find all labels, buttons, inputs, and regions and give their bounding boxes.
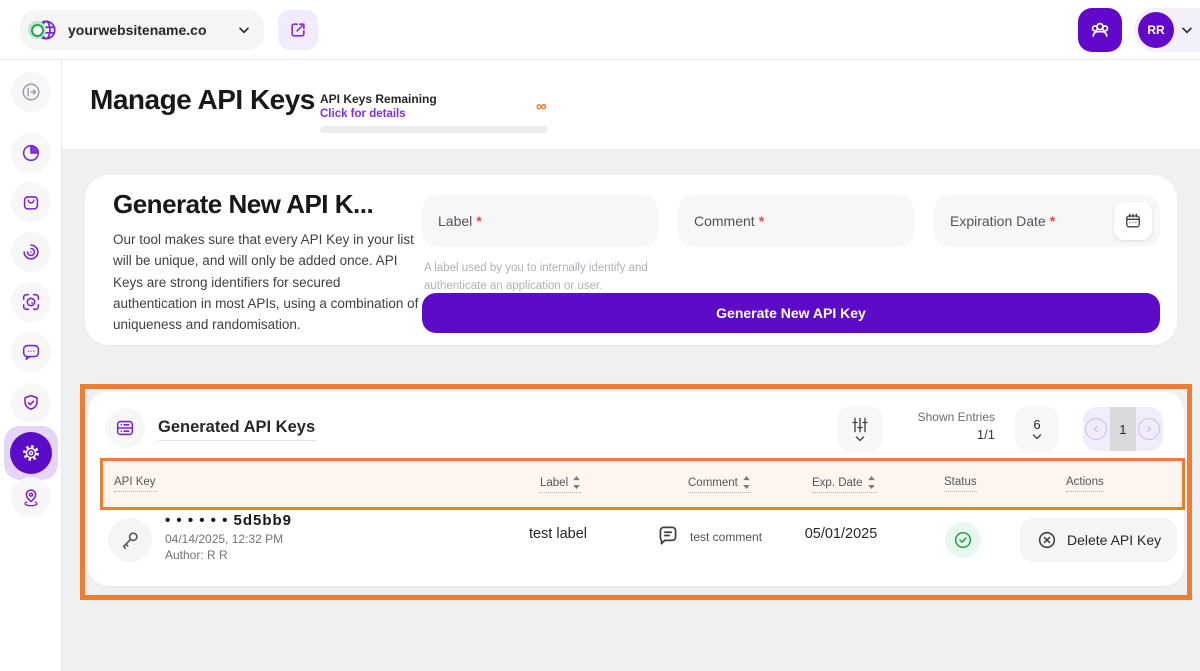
- api-key-created: 04/14/2025, 12:32 PM: [165, 532, 283, 546]
- generate-api-key-button[interactable]: Generate New API Key: [422, 293, 1160, 333]
- generate-card-description: Our tool makes sure that every API Key i…: [113, 229, 425, 336]
- page-title: Manage API Keys: [90, 84, 315, 116]
- status-dot-icon: [28, 21, 46, 39]
- pie-chart-icon: [20, 142, 42, 164]
- column-status: Status: [944, 476, 977, 492]
- sidebar-item-settings[interactable]: [4, 426, 58, 480]
- chat-icon: [20, 341, 42, 363]
- label-helper-text: A label used by you to internally identi…: [424, 259, 674, 296]
- label-field[interactable]: Label *: [422, 195, 658, 247]
- required-marker: *: [1050, 213, 1055, 229]
- next-page-button[interactable]: [1136, 407, 1163, 451]
- calendar-button[interactable]: [1114, 202, 1152, 240]
- shown-entries: Shown Entries 1/1: [903, 410, 995, 442]
- comment-bubble-icon: [655, 522, 681, 548]
- scan-target-icon: [20, 291, 42, 313]
- sidebar-item-security[interactable]: [11, 383, 51, 423]
- cell-exp-date: 05/01/2025: [776, 526, 906, 542]
- cell-comment: test comment: [690, 530, 762, 544]
- pagination: 1: [1083, 407, 1163, 451]
- comment-field-placeholder: Comment: [694, 213, 755, 229]
- delete-api-key-label: Delete API Key: [1067, 532, 1161, 548]
- expiration-field-placeholder: Expiration Date: [950, 213, 1046, 229]
- click-for-details-link[interactable]: Click for details: [320, 108, 406, 120]
- team-button[interactable]: [1078, 8, 1122, 52]
- remaining-value: ∞: [536, 98, 547, 115]
- sidebar-item-chat[interactable]: [11, 332, 51, 372]
- sidebar-item-analytics[interactable]: [11, 133, 51, 173]
- site-selector-label: yourwebsitename.co: [68, 22, 207, 38]
- status-active-icon: [945, 522, 981, 558]
- shown-entries-label: Shown Entries: [903, 410, 995, 424]
- avatar: RR: [1138, 12, 1174, 48]
- column-comment[interactable]: Comment: [688, 476, 751, 493]
- chevron-down-icon: [1179, 22, 1195, 38]
- main-content: Manage API Keys API Keys Remaining Click…: [62, 60, 1200, 671]
- column-actions: Actions: [1066, 476, 1104, 492]
- shopping-bag-icon: [20, 191, 42, 213]
- generate-api-key-card: Generate New API K... Our tool makes sur…: [85, 175, 1177, 345]
- external-link-icon: [288, 20, 308, 40]
- shown-entries-value: 1/1: [903, 427, 995, 442]
- column-label[interactable]: Label: [540, 476, 581, 493]
- x-circle-icon: [1036, 529, 1058, 551]
- delete-api-key-button[interactable]: Delete API Key: [1020, 518, 1177, 562]
- page-size-select[interactable]: 6: [1015, 406, 1059, 452]
- spiral-icon: [20, 241, 42, 263]
- collapse-arrow-icon: [20, 81, 42, 103]
- prev-page-button[interactable]: [1083, 407, 1110, 451]
- api-keys-remaining-label: API Keys Remaining: [320, 92, 437, 106]
- calendar-icon: [1123, 211, 1143, 231]
- shield-check-icon: [20, 392, 42, 414]
- cell-label: test label: [488, 526, 628, 542]
- api-key-masked: • • • • • • 5d5bb9: [165, 512, 292, 529]
- required-marker: *: [759, 213, 764, 229]
- arrow-left-circle-icon: [1085, 418, 1107, 440]
- sidebar-item-location[interactable]: [11, 477, 51, 517]
- globe-icon: [32, 17, 58, 43]
- sidebar: [0, 60, 62, 671]
- topbar: yourwebsitename.co RR: [0, 0, 1200, 60]
- gear-icon: [10, 432, 52, 474]
- remaining-progress-bar: [320, 126, 548, 133]
- filter-button[interactable]: [837, 406, 883, 452]
- expiration-date-field[interactable]: Expiration Date *: [934, 195, 1160, 247]
- sidebar-item-sessions[interactable]: [11, 232, 51, 272]
- sidebar-item-store[interactable]: [11, 182, 51, 222]
- database-icon: [105, 408, 145, 448]
- sort-icon: [742, 476, 751, 489]
- comment-field[interactable]: Comment *: [678, 195, 914, 247]
- table-row: • • • • • • 5d5bb9 04/14/2025, 12:32 PM …: [88, 510, 1184, 578]
- sidebar-item-collapse[interactable]: [11, 72, 51, 112]
- chevron-down-icon: [236, 22, 252, 38]
- column-api-key[interactable]: API Key: [114, 476, 156, 492]
- table-header: API Key Label Comment Exp. Date Status A…: [100, 458, 1185, 510]
- current-page[interactable]: 1: [1110, 407, 1137, 451]
- key-icon: [108, 518, 152, 562]
- arrow-right-circle-icon: [1138, 418, 1160, 440]
- sidebar-item-tracking[interactable]: [11, 282, 51, 322]
- team-icon: [1088, 18, 1112, 42]
- column-exp-date[interactable]: Exp. Date: [812, 476, 876, 493]
- generate-form: Label * Comment * Expiration Date * A la…: [422, 175, 1160, 345]
- chevron-down-icon: [1031, 433, 1043, 441]
- filter-sliders-icon: [850, 416, 870, 434]
- sort-icon: [572, 476, 581, 489]
- account-menu[interactable]: RR: [1134, 8, 1200, 52]
- sort-icon: [867, 476, 876, 489]
- generate-card-title: Generate New API K...: [113, 189, 373, 220]
- required-marker: *: [476, 213, 481, 229]
- location-pin-icon: [20, 486, 42, 508]
- chevron-down-icon: [854, 435, 866, 443]
- generated-keys-title: Generated API Keys: [158, 418, 315, 441]
- page-size-value: 6: [1033, 417, 1040, 432]
- label-field-placeholder: Label: [438, 213, 472, 229]
- page-header: Manage API Keys API Keys Remaining Click…: [62, 60, 1200, 150]
- open-site-button[interactable]: [278, 10, 318, 50]
- site-selector-dropdown[interactable]: yourwebsitename.co: [20, 10, 264, 50]
- api-key-author: Author: R R: [165, 548, 228, 562]
